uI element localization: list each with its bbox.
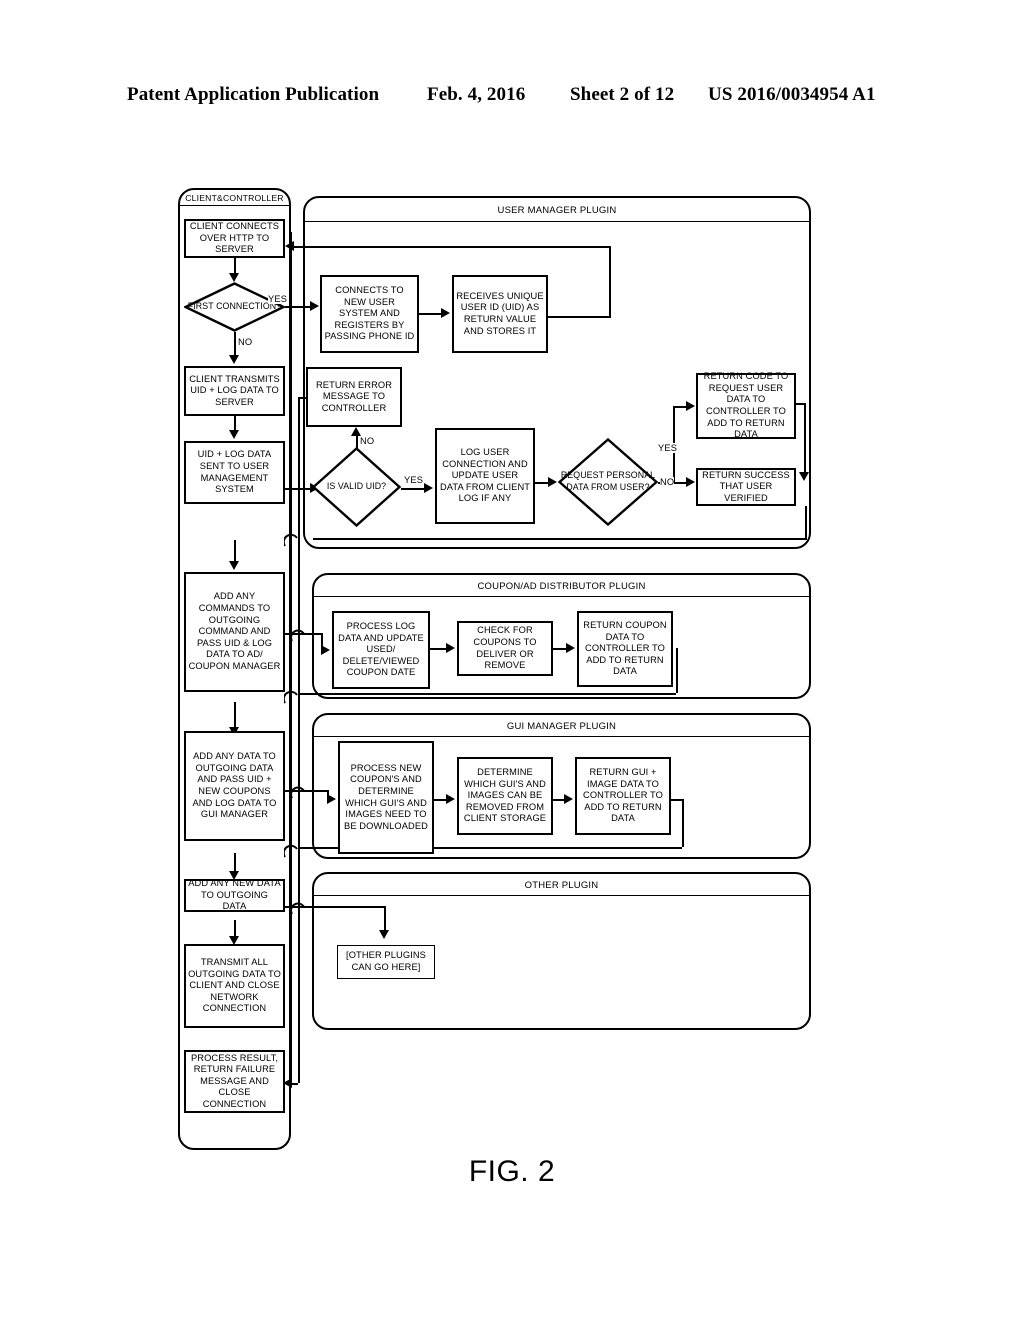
edge-label-personal-data-no: NO (660, 477, 675, 487)
node-add-commands-to-outgoing: ADD ANY COMMANDS TO OUTGOING COMMAND AND… (184, 572, 285, 692)
decision-first-connection-label: FIRST CONNECTION? (187, 301, 282, 312)
node-uid-log-sent: UID + LOG DATA SENT TO USER MANAGEMENT S… (184, 441, 285, 504)
decision-first-connection: FIRST CONNECTION? (184, 282, 285, 332)
node-add-data-pass-to-gui: ADD ANY DATA TO OUTGOING DATA AND PASS U… (184, 731, 285, 841)
node-other-plugins-placeholder: [OTHER PLUGINS CAN GO HERE] (337, 945, 435, 979)
line-hop-icon (290, 786, 305, 799)
lane-coupon-distributor-title: COUPON/AD DISTRIBUTOR PLUGIN (477, 581, 646, 592)
lane-user-manager-title: USER MANAGER PLUGIN (497, 205, 617, 216)
decision-is-valid-uid-label: IS VALID UID? (326, 481, 387, 492)
figure-caption: FIG. 2 (468, 1155, 556, 1188)
node-receives-unique-uid: RECEIVES UNIQUE USER ID (UID) AS RETURN … (452, 275, 548, 353)
node-determine-gui-removed: DETERMINE WHICH GUI'S AND IMAGES CAN BE … (457, 757, 553, 835)
node-process-new-coupons-gui: PROCESS NEW COUPON'S AND DETERMINE WHICH… (338, 741, 434, 854)
node-client-connects: CLIENT CONNECTS OVER HTTP TO SERVER (184, 219, 285, 258)
decision-is-valid-uid: IS VALID UID? (312, 447, 401, 527)
flowchart-figure: CLIENT&CONTROLLER USER MANAGER PLUGIN CO… (0, 0, 1024, 1320)
line-hop-icon (282, 533, 298, 547)
line-hop-icon (282, 844, 298, 858)
edge-label-first-connection-yes: YES (268, 294, 288, 304)
node-add-new-data-outgoing: ADD ANY NEW DATA TO OUTGOING DATA (184, 878, 285, 912)
node-log-user-connection: LOG USER CONNECTION AND UPDATE USER DATA… (435, 428, 535, 524)
lane-client-controller-title: CLIENT&CONTROLLER (185, 193, 284, 203)
node-connects-new-user-system: CONNECTS TO NEW USER SYSTEM AND REGISTER… (320, 275, 419, 353)
node-return-coupon-data: RETURN COUPON DATA TO CONTROLLER TO ADD … (577, 611, 673, 687)
node-check-coupons-deliver: CHECK FOR COUPONS TO DELIVER OR REMOVE (457, 621, 553, 676)
lane-other-plugin-title: OTHER PLUGIN (524, 880, 599, 891)
edge-label-valid-uid-yes: YES (404, 475, 424, 485)
decision-request-personal-data-label: REQUEST PERSONAL DATA FROM USER? (560, 470, 656, 492)
node-return-error-message: RETURN ERROR MESSAGE TO CONTROLLER (306, 367, 402, 427)
edge-label-first-connection-no: NO (238, 337, 253, 347)
node-return-code-request-user-data: RETURN CODE TO REQUEST USER DATA TO CONT… (696, 371, 796, 439)
node-process-result-failure: PROCESS RESULT, RETURN FAILURE MESSAGE A… (184, 1050, 285, 1113)
node-client-transmits: CLIENT TRANSMITS UID + LOG DATA TO SERVE… (184, 366, 285, 416)
decision-request-personal-data: REQUEST PERSONAL DATA FROM USER? (558, 438, 658, 526)
node-return-success-verified: RETURN SUCCESS THAT USER VERIFIED (696, 468, 796, 506)
node-transmit-all-outgoing: TRANSMIT ALL OUTGOING DATA TO CLIENT AND… (184, 944, 285, 1028)
edge-label-valid-uid-no: NO (360, 436, 375, 446)
line-hop-icon (290, 902, 305, 915)
line-hop-icon (290, 629, 305, 642)
node-process-log-data-coupons: PROCESS LOG DATA AND UPDATE USED/ DELETE… (332, 611, 430, 689)
node-return-gui-image-data: RETURN GUI + IMAGE DATA TO CONTROLLER TO… (575, 757, 671, 835)
edge-label-personal-data-yes: YES (658, 443, 678, 453)
line-hop-icon (282, 690, 298, 704)
lane-gui-manager-title: GUI MANAGER PLUGIN (506, 721, 617, 732)
